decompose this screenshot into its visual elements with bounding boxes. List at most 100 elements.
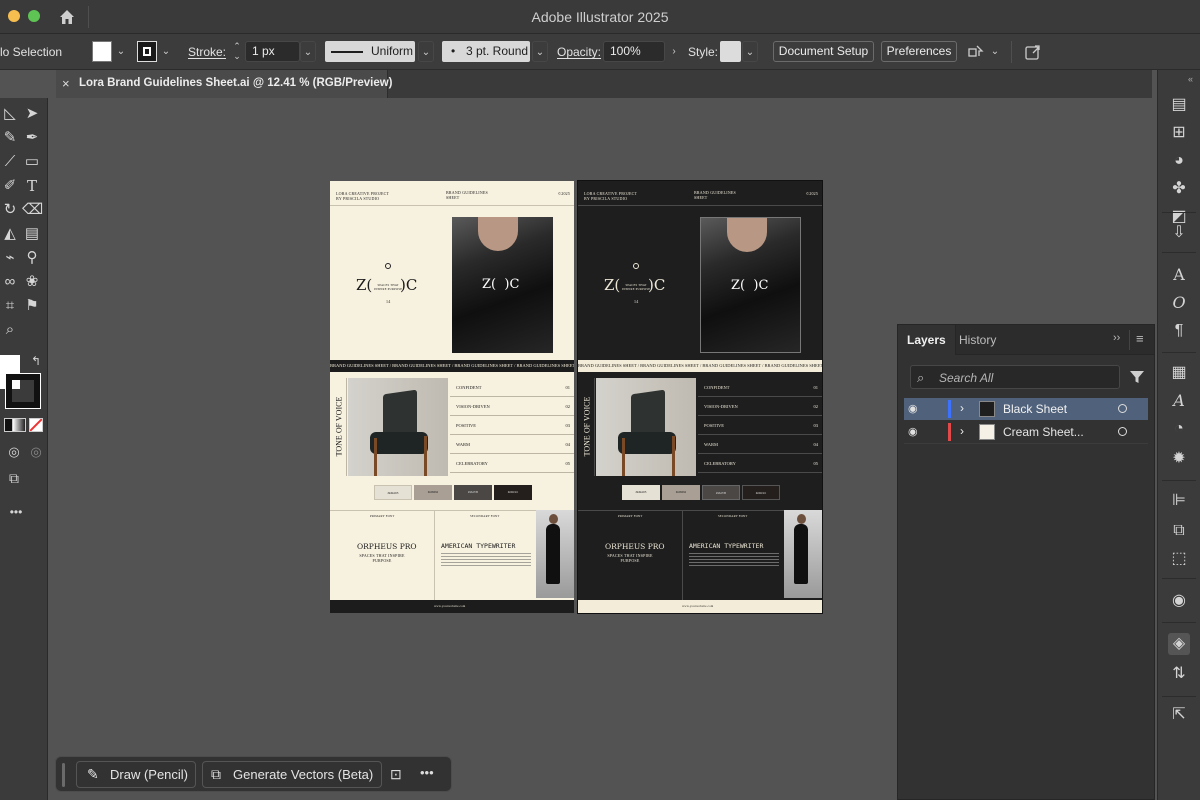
visibility-eye-icon[interactable]: ◉ bbox=[908, 425, 918, 438]
opacity-input[interactable]: 100% bbox=[603, 41, 665, 62]
stroke-weight-dropdown-icon[interactable]: ⌄ bbox=[300, 41, 316, 62]
target-circle-icon[interactable] bbox=[1118, 404, 1127, 413]
color-palette-icon[interactable]: ◕ bbox=[1168, 150, 1190, 172]
rotate-tool-icon[interactable]: ↻ bbox=[0, 200, 20, 220]
align-icon[interactable]: ⊫ bbox=[1168, 490, 1190, 512]
gradient-panel-icon[interactable]: ▦ bbox=[1168, 362, 1190, 384]
gradient-mode-icon[interactable] bbox=[12, 418, 26, 432]
rectangle-tool-icon[interactable]: ▭ bbox=[22, 152, 42, 172]
share-icon[interactable] bbox=[1024, 43, 1042, 61]
tab-layers[interactable]: Layers bbox=[898, 325, 956, 355]
layers-search-field[interactable]: ⌕ Search All bbox=[910, 365, 1120, 389]
tab-close-icon[interactable]: × bbox=[62, 76, 70, 91]
stroke-dropdown-chevron-icon[interactable]: ⌄ bbox=[158, 41, 174, 62]
pen-tool-icon[interactable]: ✎ bbox=[0, 128, 20, 148]
stroke-weight-stepper[interactable]: ⌃ ⌄ bbox=[229, 41, 245, 62]
artboard-cream[interactable]: LORA CREATIVE PROJECT BY PRISCILA STUDIO… bbox=[330, 181, 574, 613]
width-tool-icon[interactable]: ⌁ bbox=[0, 248, 20, 268]
generate-image-icon[interactable]: ⊡ bbox=[390, 766, 402, 783]
character-icon[interactable]: A bbox=[1168, 264, 1190, 286]
zoom-tool-icon[interactable]: ⌕ bbox=[0, 320, 20, 340]
selection-tool-icon[interactable]: ➤ bbox=[22, 104, 42, 124]
brush-dropdown-icon[interactable]: ⌄ bbox=[532, 41, 548, 62]
layer-name[interactable]: Black Sheet bbox=[1003, 402, 1067, 416]
brushes-icon[interactable]: ✤ bbox=[1168, 178, 1190, 200]
export-icon[interactable]: ⇱ bbox=[1168, 704, 1190, 726]
layers-panel-icon[interactable]: ◈ bbox=[1168, 633, 1190, 655]
slice-tool-icon[interactable]: ⚑ bbox=[22, 296, 42, 316]
blend-tool-icon[interactable]: ∞ bbox=[0, 272, 20, 292]
layer-row-cream-sheet[interactable]: ◉ › Cream Sheet... bbox=[904, 421, 1148, 443]
more-options-icon[interactable]: ••• bbox=[420, 765, 434, 780]
hero-photo: Z( )C bbox=[452, 217, 553, 353]
expand-chevron-icon[interactable]: › bbox=[960, 424, 964, 438]
stroke-swatch[interactable] bbox=[137, 41, 157, 62]
appearance-icon[interactable]: ✹ bbox=[1168, 448, 1190, 470]
direct-selection-tool-icon[interactable]: ◺ bbox=[0, 104, 20, 124]
layer-row-black-sheet[interactable]: ◉ › Black Sheet bbox=[904, 398, 1148, 420]
opacity-label[interactable]: Opacity: bbox=[557, 42, 601, 62]
pathfinder-icon[interactable]: ⧉ bbox=[1168, 520, 1190, 542]
primary-font-name: ORPHEUS PRO bbox=[605, 542, 665, 551]
panel-menu-icon[interactable]: ≡ bbox=[1136, 331, 1144, 346]
filter-icon[interactable] bbox=[1129, 369, 1145, 388]
artboards-icon[interactable]: ⇅ bbox=[1168, 663, 1190, 685]
none-mode-icon[interactable] bbox=[29, 418, 43, 432]
logo-tagline: SPACES THAT INSPIRE PURPOSE bbox=[622, 283, 651, 291]
paragraph-icon[interactable]: ¶ bbox=[1168, 320, 1190, 342]
navigator-icon[interactable]: ◉ bbox=[1168, 590, 1190, 612]
screen-mode-icon[interactable]: ⧉ bbox=[4, 468, 24, 488]
draw-behind-icon[interactable]: ◎ bbox=[26, 442, 46, 462]
swap-fill-stroke-icon[interactable]: ↰ bbox=[26, 351, 46, 371]
stroke-profile-dropdown-icon[interactable]: ⌄ bbox=[418, 41, 434, 62]
fill-dropdown-chevron-icon[interactable]: ⌄ bbox=[113, 41, 129, 62]
fill-swatch[interactable] bbox=[92, 41, 112, 62]
chair-photo bbox=[348, 378, 448, 476]
expand-chevron-icon[interactable]: › bbox=[960, 401, 964, 415]
curvature-tool-icon[interactable]: ✒ bbox=[22, 128, 42, 148]
brush-select[interactable]: • 3 pt. Round bbox=[442, 41, 530, 62]
style-swatch[interactable] bbox=[720, 41, 741, 62]
glyphs-icon[interactable]: A bbox=[1168, 390, 1190, 412]
layer-thumbnail bbox=[979, 401, 995, 417]
stroke-label[interactable]: Stroke: bbox=[188, 42, 226, 62]
type-tool-icon[interactable]: T bbox=[22, 176, 42, 196]
layer-name[interactable]: Cream Sheet... bbox=[1003, 425, 1084, 439]
transform-icon[interactable]: ⬚ bbox=[1168, 548, 1190, 570]
style-dropdown-icon[interactable]: ⌄ bbox=[742, 41, 758, 62]
artboard-black[interactable]: LORA CREATIVE PROJECT BY PRISCILA STUDIO… bbox=[577, 180, 823, 614]
properties-icon[interactable]: ▤ bbox=[1168, 94, 1190, 116]
assets-icon[interactable]: ⇩ bbox=[1168, 222, 1190, 244]
stroke-color-swatch[interactable] bbox=[5, 373, 41, 409]
draw-mode-icon[interactable]: ◎ bbox=[4, 442, 24, 462]
opacity-arrow-icon[interactable]: › bbox=[666, 41, 682, 62]
document-tab[interactable]: × Lora Brand Guidelines Sheet.ai @ 12.41… bbox=[56, 70, 393, 98]
line-tool-icon[interactable]: ⟋ bbox=[0, 152, 20, 172]
drag-handle[interactable] bbox=[62, 763, 65, 787]
preferences-button[interactable]: Preferences bbox=[881, 41, 957, 62]
generate-vectors-button[interactable]: ⧉ Generate Vectors (Beta) bbox=[202, 761, 382, 788]
visibility-eye-icon[interactable]: ◉ bbox=[908, 402, 918, 415]
eyedropper-tool-icon[interactable]: ⚲ bbox=[22, 248, 42, 268]
transparency-icon[interactable]: ◔ bbox=[1168, 418, 1190, 440]
tab-history[interactable]: History bbox=[950, 325, 1005, 355]
document-setup-button[interactable]: Document Setup bbox=[773, 41, 874, 62]
draw-pencil-button[interactable]: ✎ Draw (Pencil) bbox=[76, 761, 196, 788]
stroke-profile-select[interactable]: Uniform bbox=[325, 41, 415, 62]
pencil-tool-icon[interactable]: ✐ bbox=[0, 176, 20, 196]
arrange-icon[interactable] bbox=[967, 43, 985, 61]
collapse-dock-icon[interactable]: « bbox=[1188, 74, 1193, 84]
eraser-tool-icon[interactable]: ⌫ bbox=[22, 200, 43, 220]
tone-label-box: TONE OF VOICE bbox=[578, 378, 595, 476]
target-circle-icon[interactable] bbox=[1118, 427, 1127, 436]
shape-builder-tool-icon[interactable]: ◭ bbox=[0, 224, 20, 244]
color-guide-icon[interactable]: ⊞ bbox=[1168, 122, 1190, 144]
arrange-dropdown-icon[interactable]: ⌄ bbox=[987, 41, 1003, 62]
more-tools-icon[interactable]: ••• bbox=[6, 502, 26, 522]
opentype-icon[interactable]: O bbox=[1168, 292, 1190, 314]
artboard-tool-icon[interactable]: ⌗ bbox=[0, 296, 20, 316]
symbol-sprayer-tool-icon[interactable]: ❀ bbox=[22, 272, 42, 292]
stroke-weight-input[interactable]: 1 px bbox=[245, 41, 300, 62]
collapse-panel-icon[interactable]: ›› bbox=[1113, 332, 1120, 344]
gradient-tool-icon[interactable]: ▤ bbox=[22, 224, 42, 244]
